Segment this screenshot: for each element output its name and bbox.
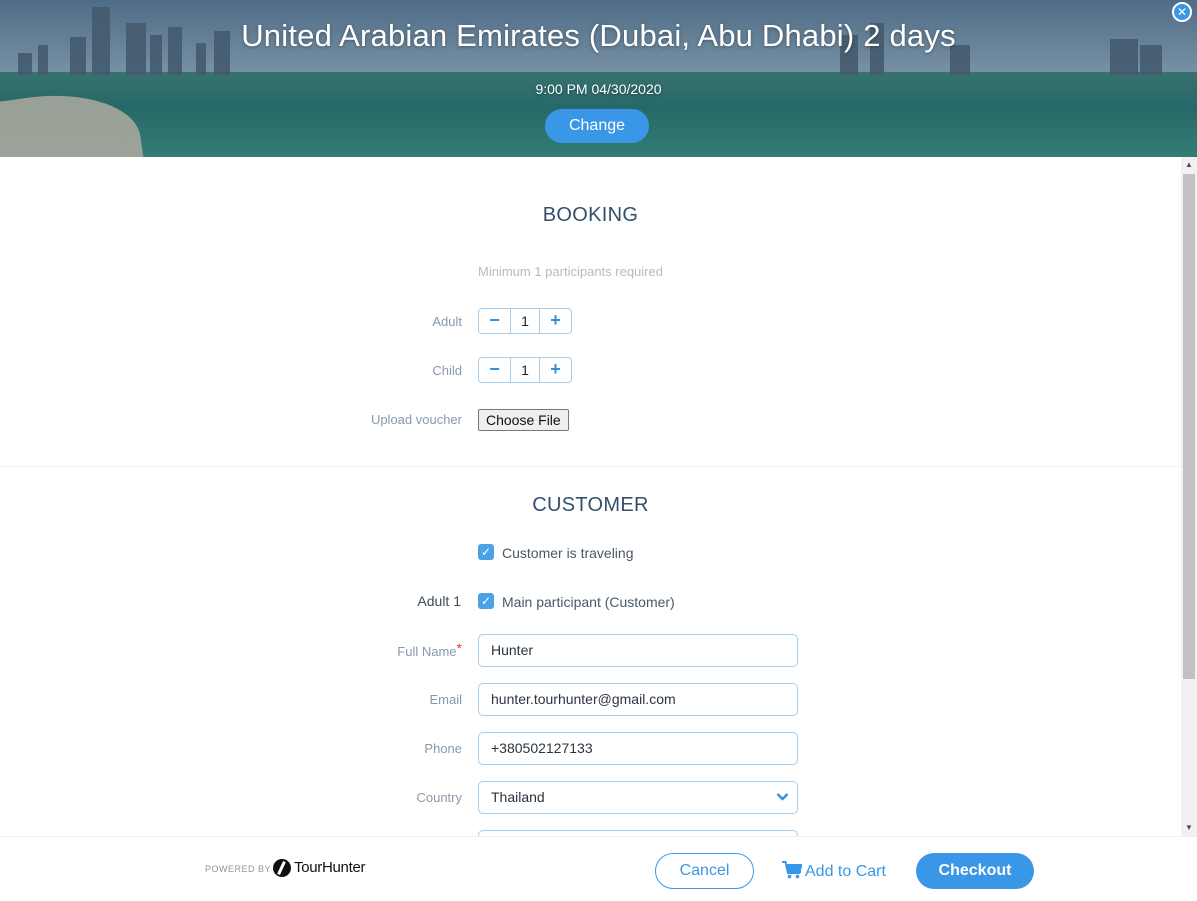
participant-label: Adult 1 — [417, 593, 461, 609]
adult-decrement-button[interactable]: − — [479, 309, 510, 333]
country-select[interactable]: Thailand — [478, 781, 798, 814]
country-select-value: Thailand — [491, 789, 545, 805]
choose-file-button[interactable]: Choose File — [478, 409, 569, 431]
booking-section-title: BOOKING — [542, 204, 639, 226]
customer-traveling-checkbox[interactable]: ✓ — [478, 544, 494, 560]
close-button[interactable]: ✕ — [1172, 2, 1192, 22]
brand-name: TourHunter — [294, 859, 366, 876]
powered-by-label: POWERED BY — [205, 864, 272, 874]
required-mark: * — [456, 640, 462, 656]
adult-stepper: − 1 + — [478, 308, 572, 334]
main-participant-label[interactable]: Main participant (Customer) — [502, 594, 675, 610]
full-name-label-text: Full Name — [397, 644, 457, 659]
upload-voucher-label: Upload voucher — [370, 412, 462, 427]
hero-banner: United Arabian Emirates (Dubai, Abu Dhab… — [0, 0, 1197, 157]
phone-label: Phone — [424, 741, 462, 756]
checkout-button[interactable]: Checkout — [916, 853, 1034, 889]
scroll-down-arrow-icon[interactable]: ▼ — [1181, 820, 1197, 836]
check-icon: ✓ — [480, 594, 492, 608]
participants-hint: Minimum 1 participants required — [478, 264, 663, 279]
adult-label: Adult — [432, 314, 462, 329]
cart-icon — [782, 861, 802, 879]
child-count[interactable]: 1 — [510, 358, 540, 382]
adult-increment-button[interactable]: + — [540, 309, 571, 333]
country-label: Country — [416, 790, 462, 805]
customer-traveling-label[interactable]: Customer is traveling — [502, 545, 634, 561]
child-stepper: − 1 + — [478, 357, 572, 383]
child-increment-button[interactable]: + — [540, 358, 571, 382]
scrollbar[interactable]: ▲ ▼ — [1181, 157, 1197, 836]
chevron-down-icon — [776, 782, 789, 824]
add-to-cart-label: Add to Cart — [805, 863, 886, 880]
tour-title: United Arabian Emirates (Dubai, Abu Dhab… — [241, 18, 956, 53]
tour-datetime: 9:00 PM 04/30/2020 — [535, 81, 662, 97]
tourhunter-logo-icon — [273, 859, 291, 877]
child-label: Child — [432, 363, 462, 378]
add-to-cart-button[interactable]: Add to Cart — [782, 861, 886, 881]
child-decrement-button[interactable]: − — [479, 358, 510, 382]
main-participant-checkbox[interactable]: ✓ — [478, 593, 494, 609]
phone-input[interactable]: +380502127133 — [478, 732, 798, 765]
email-label: Email — [429, 692, 462, 707]
full-name-label: Full Name* — [262, 640, 462, 659]
email-input[interactable]: hunter.tourhunter@gmail.com — [478, 683, 798, 716]
adult-count[interactable]: 1 — [510, 309, 540, 333]
customer-section-title: CUSTOMER — [532, 494, 649, 516]
check-icon: ✓ — [480, 545, 492, 559]
close-icon: ✕ — [1176, 5, 1188, 19]
scroll-thumb[interactable] — [1183, 174, 1195, 679]
footer-bar: POWERED BY TourHunter Cancel Add to Cart… — [0, 836, 1197, 901]
change-date-button[interactable]: Change — [545, 109, 649, 143]
full-name-input[interactable]: Hunter — [478, 634, 798, 667]
section-divider — [0, 466, 1181, 467]
cancel-button[interactable]: Cancel — [655, 853, 754, 889]
scroll-up-arrow-icon[interactable]: ▲ — [1181, 157, 1197, 173]
